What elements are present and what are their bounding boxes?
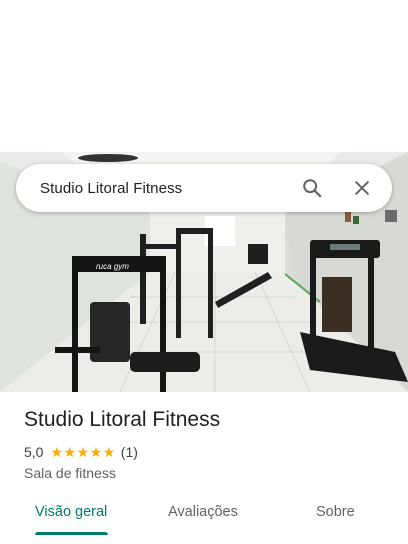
tab-overview[interactable]: Visão geral <box>35 504 107 520</box>
star-icon: ★ <box>50 444 64 460</box>
place-title: Studio Litoral Fitness <box>24 408 221 431</box>
search-input[interactable]: Studio Litoral Fitness <box>40 180 280 197</box>
close-icon <box>355 181 369 195</box>
map-blank-area <box>0 0 408 152</box>
review-count[interactable]: (1) <box>121 444 138 460</box>
star-icon: ★ <box>76 444 90 460</box>
search-button[interactable] <box>294 170 330 206</box>
rating-row[interactable]: 5,0 ★ ★ ★ ★ ★ (1) <box>24 444 138 460</box>
star-icon: ★ <box>89 444 103 460</box>
tab-about[interactable]: Sobre <box>316 504 355 520</box>
place-category[interactable]: Sala de fitness <box>24 465 116 481</box>
star-rating: ★ ★ ★ ★ ★ <box>50 445 115 459</box>
star-icon: ★ <box>63 444 77 460</box>
close-button[interactable] <box>344 170 380 206</box>
search-icon <box>303 179 322 198</box>
machine-brand-label: ruca gym <box>96 262 129 271</box>
search-bar[interactable]: Studio Litoral Fitness <box>16 164 392 212</box>
place-tabs: Visão geral Avaliações Sobre <box>0 494 408 538</box>
tab-reviews[interactable]: Avaliações <box>168 504 238 520</box>
active-tab-indicator <box>35 532 108 535</box>
rating-value: 5,0 <box>24 444 44 460</box>
star-icon: ★ <box>102 444 116 460</box>
